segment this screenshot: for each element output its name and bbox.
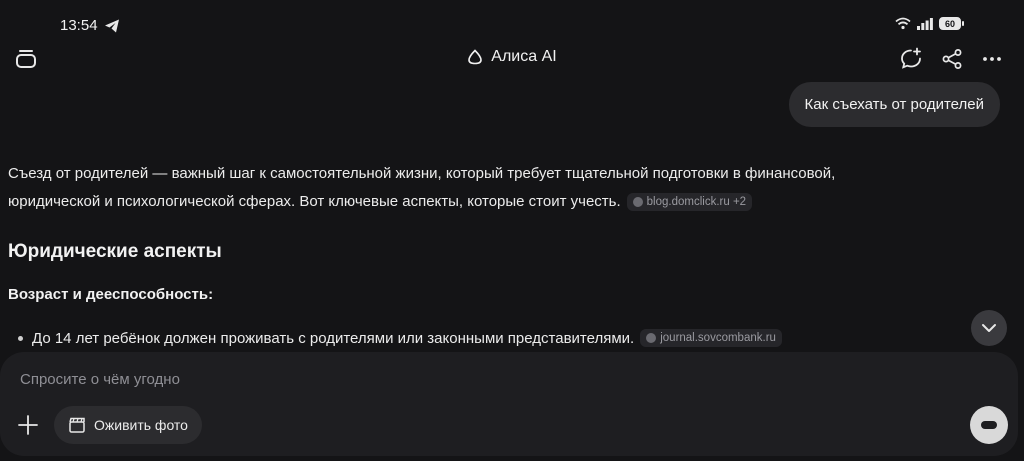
list-item-text: До 14 лет ребёнок должен проживать с род… [32, 329, 635, 347]
source-chip-label: blog.domclick.ru +2 [646, 196, 747, 209]
new-chat-icon [901, 47, 921, 69]
voice-mode-button[interactable] [970, 406, 1008, 444]
source-chip-domclick[interactable]: blog.domclick.ru +2 [626, 193, 753, 212]
status-indicators: 60 [895, 17, 964, 30]
answer-intro-line-2: юридической и психологической сферах. Во… [8, 193, 621, 210]
bullet-dot-icon [18, 335, 23, 341]
chevron-down-icon [982, 324, 996, 332]
header-title-text: Алиса AI [491, 48, 557, 65]
more-dots-icon [983, 57, 1001, 61]
new-chat-button[interactable] [897, 45, 925, 73]
more-options-button[interactable] [978, 45, 1006, 73]
animate-photo-label: Оживить фото [94, 417, 188, 433]
header-title: Алиса AI [0, 48, 1024, 66]
source-chip-sovcombank[interactable]: journal.sovcombank.ru [640, 329, 782, 347]
plus-icon [18, 415, 38, 435]
section-heading: Юридические аспекты [8, 241, 222, 262]
voice-wave-icon [981, 421, 997, 429]
battery-icon: 60 [939, 17, 964, 30]
assistant-answer: Съезд от родителей — важный шаг к самост… [8, 160, 968, 216]
answer-intro-line-2-wrap: юридической и психологической сферах. Во… [8, 188, 968, 216]
share-icon [942, 49, 962, 69]
subsection-heading: Возраст и дееспособность: [8, 286, 214, 303]
source-chip-label: journal.sovcombank.ru [660, 332, 776, 344]
share-button[interactable] [938, 45, 966, 73]
animate-photo-button[interactable]: Оживить фото [54, 406, 202, 444]
app-header: Алиса AI [0, 40, 1024, 80]
source-favicon-icon [646, 333, 657, 343]
message-composer: Оживить фото [0, 352, 1018, 456]
wifi-icon [895, 17, 911, 30]
alice-logo-icon [468, 49, 483, 65]
user-message-bubble: Как съехать от родителей [788, 82, 1000, 127]
scroll-to-bottom-button[interactable] [971, 310, 1007, 346]
attach-button[interactable] [16, 413, 40, 437]
user-message-text: Как съехать от родителей [804, 96, 984, 113]
clapperboard-icon [69, 417, 85, 433]
battery-level: 60 [944, 18, 955, 29]
signal-icon [917, 17, 933, 30]
telegram-icon [105, 19, 119, 33]
answer-intro-line-1: Съезд от родителей — важный шаг к самост… [8, 165, 836, 182]
message-input[interactable] [18, 370, 902, 389]
list-item: До 14 лет ребёнок должен проживать с род… [18, 329, 782, 347]
status-time: 13:54 [60, 17, 98, 34]
source-favicon-icon [632, 197, 643, 208]
